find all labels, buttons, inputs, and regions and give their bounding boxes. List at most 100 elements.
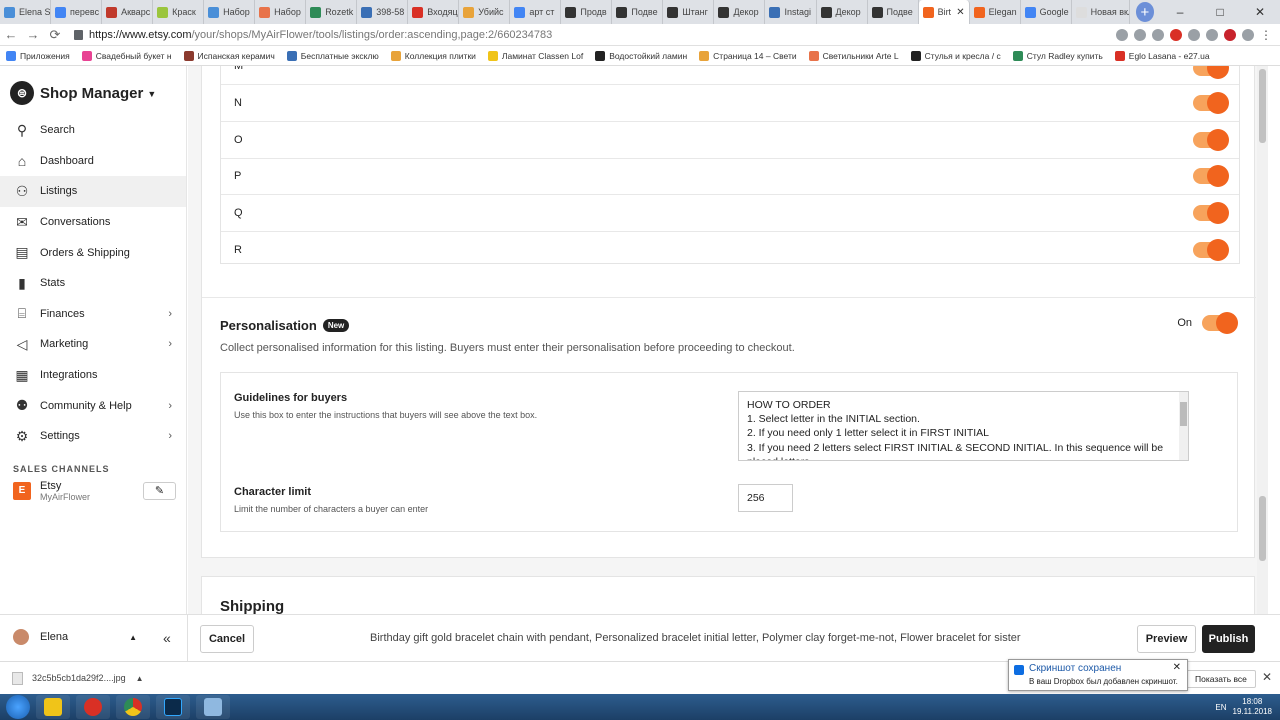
reload-icon[interactable]: ⟳ (44, 27, 66, 43)
edit-channel-button[interactable]: ✎ (143, 481, 176, 500)
browser-tab[interactable]: Новая вкла (1072, 0, 1130, 24)
tab-favicon-icon (55, 6, 67, 18)
bookmark-item[interactable]: Светильники Arte L (808, 50, 899, 61)
taskbar-photoshop[interactable] (156, 695, 190, 719)
forward-icon[interactable]: → (22, 27, 44, 42)
new-tab-button[interactable]: + (1135, 2, 1155, 22)
bookmark-item[interactable]: Коллекция плитки (390, 50, 476, 61)
browser-tab[interactable]: Подве (612, 0, 664, 24)
letter-toggle[interactable] (1193, 239, 1229, 262)
sidebar-item-search[interactable]: ⚲ Search (0, 115, 186, 146)
character-limit-input[interactable]: 256 (738, 484, 793, 512)
cancel-button[interactable]: Cancel (200, 625, 254, 653)
translate-icon[interactable] (1116, 28, 1128, 41)
bookmark-item[interactable]: Приложения (6, 50, 70, 61)
sidebar-item-community-help[interactable]: ⚉ Community & Help › (0, 390, 186, 421)
textarea-scrollbar[interactable] (1179, 392, 1188, 460)
browser-tab[interactable]: Instagi (765, 0, 817, 24)
bookmark-item[interactable]: Свадебный букет н (81, 50, 172, 61)
bookmark-item[interactable]: Страница 14 – Свети (699, 50, 797, 61)
close-icon[interactable]: ✕ (1262, 670, 1272, 684)
browser-tab[interactable]: Убийс (459, 0, 511, 24)
browser-tab[interactable]: Подве (868, 0, 919, 24)
taskbar-explorer[interactable] (36, 695, 70, 719)
star-icon[interactable] (1152, 28, 1164, 41)
sidebar-item-dashboard[interactable]: ⌂ Dashboard (0, 146, 186, 177)
dropbox-notification[interactable]: ✕ Скриншот сохранен В ваш Dropbox был до… (1008, 659, 1188, 691)
taskbar-app[interactable] (196, 695, 230, 719)
publish-button[interactable]: Publish (1202, 625, 1255, 653)
sidebar-item-listings[interactable]: ⚇ Listings (0, 176, 186, 207)
bookmark-item[interactable]: Стулья и кресла / с (910, 50, 1001, 61)
clock[interactable]: 18:08 19.11.2018 (1233, 697, 1272, 717)
zoom-icon[interactable] (1134, 28, 1146, 41)
textarea-scroll-thumb[interactable] (1180, 402, 1187, 426)
browser-tab[interactable]: Elegan (970, 0, 1021, 24)
close-icon[interactable]: ✕ (1240, 0, 1280, 24)
sidebar-item-finances[interactable]: ⌸ Finances › (0, 299, 186, 330)
preview-button[interactable]: Preview (1137, 625, 1196, 653)
download-item[interactable]: 32c5b5cb1da29f2....jpg ▲ (12, 671, 144, 685)
browser-tab[interactable]: Набор (255, 0, 307, 24)
browser-tab[interactable]: Акварс (102, 0, 154, 24)
page-scrollbar[interactable] (1257, 66, 1268, 614)
letter-toggle[interactable] (1193, 66, 1229, 79)
taskbar-opera[interactable] (76, 695, 110, 719)
letter-toggle[interactable] (1193, 128, 1229, 151)
minimize-icon[interactable]: – (1160, 0, 1200, 24)
browser-tab[interactable]: Google (1021, 0, 1072, 24)
extension-icon[interactable] (1206, 28, 1218, 41)
browser-tab[interactable]: арт ст (510, 0, 562, 24)
bookmark-item[interactable]: Стул Radley купить (1012, 50, 1103, 61)
profile-icon[interactable] (1242, 28, 1254, 41)
url-field[interactable]: https://www.etsy.com/your/shops/MyAirFlo… (74, 29, 552, 41)
adblock-icon[interactable] (1170, 28, 1182, 41)
browser-tab[interactable]: Elena S (0, 0, 52, 24)
close-tab-icon[interactable]: ✕ (956, 7, 964, 18)
start-button[interactable] (6, 695, 30, 719)
taskbar-chrome[interactable] (116, 695, 150, 719)
close-icon[interactable]: ✕ (1173, 662, 1181, 673)
guidelines-textarea[interactable]: HOW TO ORDER 1. Select letter in the INIT… (738, 391, 1189, 461)
bookmark-item[interactable]: Водостойкий ламин (595, 50, 687, 61)
browser-tab[interactable]: Birt ✕ (918, 0, 970, 24)
sidebar-item-integrations[interactable]: ▦ Integrations (0, 360, 186, 391)
collapse-sidebar-icon[interactable]: « (163, 630, 171, 646)
sidebar-item-conversations[interactable]: ✉ Conversations (0, 207, 186, 238)
browser-tab[interactable]: Декор (714, 0, 766, 24)
bookmark-item[interactable]: Ламинат Classen Lof (487, 50, 583, 61)
letter-toggle[interactable] (1193, 202, 1229, 225)
bookmark-item[interactable]: Испанская керамич (183, 50, 275, 61)
sidebar-item-stats[interactable]: ▮ Stats (0, 268, 186, 299)
sidebar-item-orders-shipping[interactable]: ▤ Orders & Shipping (0, 237, 186, 268)
personalisation-toggle[interactable] (1202, 312, 1238, 334)
browser-tab[interactable]: 398-58 (357, 0, 409, 24)
browser-tab[interactable]: Rozetk (306, 0, 358, 24)
bookmark-item[interactable]: Бесплатные эксклю (286, 50, 379, 61)
caret-up-icon[interactable]: ▲ (136, 674, 144, 683)
browser-tab[interactable]: Штанг (663, 0, 715, 24)
browser-tab[interactable]: Входяц (408, 0, 460, 24)
inner-scroll-thumb[interactable] (1259, 69, 1266, 143)
pinterest-icon[interactable] (1224, 28, 1236, 41)
user-menu[interactable]: Elena ▲ (13, 629, 137, 645)
letter-toggle[interactable] (1193, 91, 1229, 114)
show-all-downloads-button[interactable]: Показать все (1186, 670, 1256, 688)
sales-channel-etsy[interactable]: E Etsy MyAirFlower ✎ (0, 474, 186, 502)
language-indicator[interactable]: EN (1215, 703, 1226, 712)
browser-tab[interactable]: перевс (51, 0, 103, 24)
sidebar-item-marketing[interactable]: ◁ Marketing › (0, 329, 186, 360)
extension-icon[interactable] (1188, 28, 1200, 41)
browser-tab[interactable]: Декор (817, 0, 868, 24)
sidebar-item-settings[interactable]: ⚙ Settings › (0, 421, 186, 452)
menu-icon[interactable]: ⋮ (1260, 29, 1272, 41)
shop-manager-header[interactable]: ⊜ Shop Manager ▼ (0, 66, 186, 113)
back-icon[interactable]: ← (0, 27, 22, 42)
browser-tab[interactable]: Продв (561, 0, 613, 24)
browser-tab[interactable]: Краск (153, 0, 205, 24)
page-scroll-thumb[interactable] (1259, 496, 1266, 561)
bookmark-item[interactable]: Eglo Lasana - e27.ua (1114, 50, 1210, 61)
browser-tab[interactable]: Набор (204, 0, 256, 24)
maximize-icon[interactable]: □ (1200, 0, 1240, 24)
letter-toggle[interactable] (1193, 165, 1229, 188)
